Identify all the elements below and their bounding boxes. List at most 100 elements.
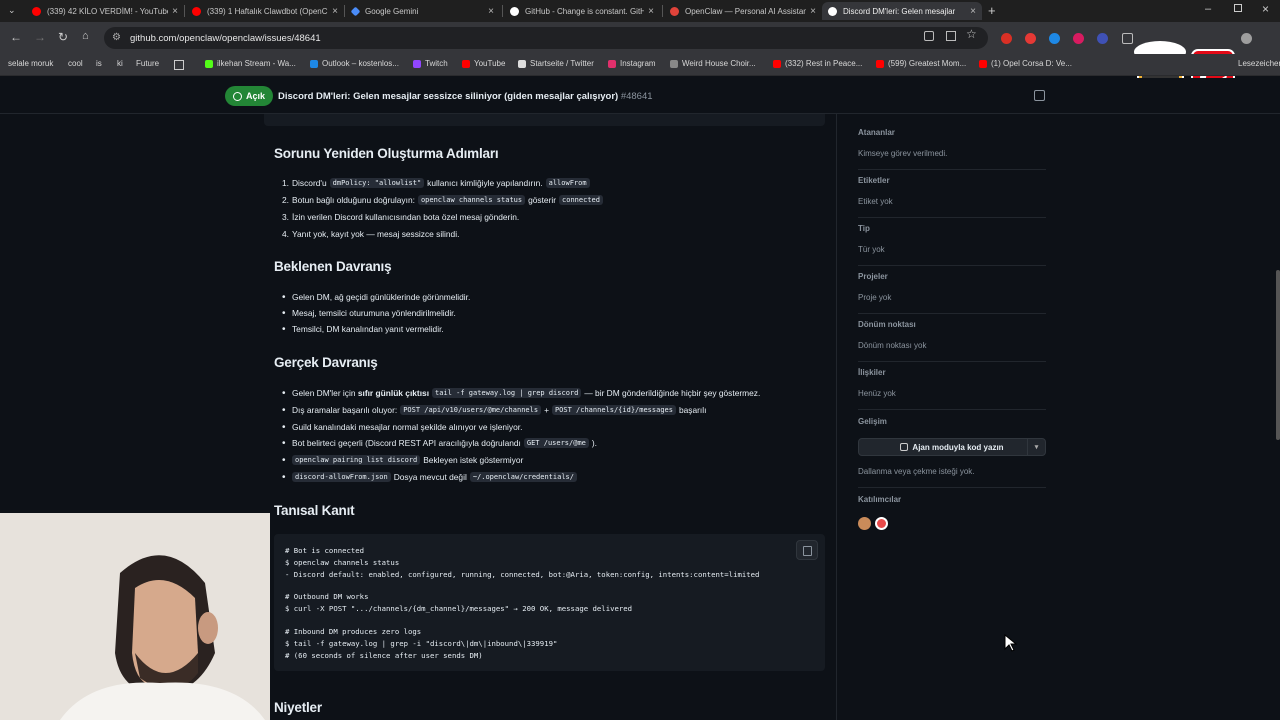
outlook-icon (310, 59, 318, 68)
bookmark-item[interactable]: selale moruk (8, 59, 53, 68)
sidebar-projects[interactable]: Projeler Proje yok (858, 272, 1046, 302)
forward-icon[interactable]: → (34, 30, 46, 44)
sidebar-type[interactable]: Tip Tür yok (858, 224, 1046, 254)
sidebar-label: Projeler (858, 272, 888, 281)
reload-icon[interactable]: ↻ (58, 30, 68, 44)
instagram-icon (608, 59, 616, 68)
close-icon[interactable]: × (810, 6, 816, 17)
bookmark-item[interactable]: Outlook – kostenlos... (310, 59, 399, 68)
new-tab-plus-icon[interactable]: + (988, 3, 996, 18)
code-line: # (60 seconds of silence after user send… (285, 651, 483, 660)
issue-sticky-header: Açık Discord DM'leri: Gelen mesajlar ses… (0, 78, 1280, 114)
avatar[interactable] (875, 517, 888, 530)
development-note: Dallanma veya çekme isteği yok. (858, 467, 975, 476)
window-close-icon[interactable]: × (1262, 2, 1269, 16)
close-icon[interactable]: × (488, 6, 494, 17)
issue-title: Discord DM'leri: Gelen mesajlar sessizce… (278, 91, 653, 102)
back-icon[interactable]: ← (10, 30, 22, 44)
extension-icon[interactable] (1001, 33, 1012, 44)
sidebar-relationships[interactable]: İlişkiler Henüz yok (858, 368, 1046, 398)
copy-icon[interactable] (1034, 90, 1045, 101)
sidebar-value: Henüz yok (858, 389, 896, 398)
status-text: Açık (246, 91, 266, 101)
github-icon (510, 6, 519, 16)
extension-icon[interactable] (1049, 33, 1060, 44)
apps-grid-icon[interactable] (174, 60, 184, 70)
bookmark-star-icon[interactable]: ☆ (966, 27, 977, 41)
status-badge: Açık (225, 86, 274, 106)
list-item: discord-allowFrom.jsonDosya mevcut değil… (292, 472, 580, 482)
close-icon[interactable]: × (332, 6, 338, 17)
tab-youtube-1[interactable]: (339) 42 KİLO VERDİM! - YouTube × (26, 2, 184, 20)
sidebar-label: Dönüm noktası (858, 320, 916, 329)
list-item: Guild kanalındaki mesajlar normal şekild… (292, 422, 522, 432)
sidebar-value: Kimseye görev verilmedi. (858, 149, 948, 158)
address-bar[interactable]: ⚙ github.com/openclaw/openclaw/issues/48… (104, 27, 988, 49)
tab-search-chevron-icon[interactable]: ⌄ (8, 5, 16, 16)
issue-title-text: Discord DM'leri: Gelen mesajlar sessizce… (278, 91, 619, 102)
bookmark-item[interactable]: Twitch (413, 59, 448, 68)
list-item: Bot belirteci geçerli (Discord REST API … (292, 438, 597, 448)
sidebar-milestone[interactable]: Dönüm noktası Dönüm noktası yok (858, 320, 1046, 350)
tab-discord-issue[interactable]: Discord DM'leri: Gelen mesajlar × (822, 2, 982, 20)
install-icon[interactable] (946, 31, 956, 41)
bookmark-item[interactable]: cool (68, 59, 83, 68)
youtube-icon (32, 6, 41, 16)
sidebar-labels[interactable]: Etiketler Etiket yok (858, 176, 1046, 206)
bookmark-item[interactable]: Startseite / Twitter (518, 59, 594, 68)
url-text: github.com/openclaw/openclaw/issues/4864… (130, 32, 321, 44)
extension-icon[interactable] (1097, 33, 1108, 44)
sidebar-assignees[interactable]: Atananlar Kimseye görev verilmedi. (858, 128, 1046, 158)
heading-expected: Beklenen Davranış (274, 259, 392, 274)
copilot-icon (900, 443, 909, 451)
list-item: Gelen DM'ler için sıfır günlük çıktısıta… (292, 388, 760, 398)
home-icon[interactable]: ⌂ (82, 30, 89, 42)
bookmark-item[interactable]: Lesezeichen (1238, 59, 1280, 68)
maximize-icon[interactable] (1234, 4, 1242, 12)
close-icon[interactable]: × (648, 6, 654, 17)
list-item: 4. Yanıt yok, kayıt yok — mesaj sessizce … (282, 229, 460, 239)
youtube-icon (979, 59, 987, 68)
bookmark-item[interactable]: (332) Rest in Peace... (773, 59, 862, 68)
sidebar-label: Tip (858, 224, 870, 233)
site-info-icon[interactable]: ⚙ (112, 32, 121, 43)
extension-icon[interactable] (1073, 33, 1084, 44)
extension-icon[interactable] (1025, 33, 1036, 44)
openclaw-icon (670, 6, 679, 16)
bookmark-item[interactable]: ilkehan Stream - Wa... (205, 59, 296, 68)
tab-openclaw[interactable]: OpenClaw — Personal AI Assistant × (664, 2, 822, 20)
tab-github[interactable]: GitHub - Change is constant. GitHub × (504, 2, 660, 20)
sidebar-development: Gelişim (858, 417, 1046, 426)
bookmark-item[interactable]: ki (117, 59, 123, 68)
avatar[interactable] (858, 517, 871, 530)
bookmark-item[interactable]: Future (136, 59, 159, 68)
bookmark-item[interactable]: (599) Greatest Mom... (876, 59, 966, 68)
tab-title: (339) 1 Haftalık Clawdbot (OpenClaw) (207, 6, 328, 16)
code-block: # Bot is connected $ openclaw channels s… (274, 534, 825, 671)
translate-icon[interactable] (924, 31, 934, 41)
code-line: - Discord default: enabled, configured, … (285, 570, 760, 579)
close-icon[interactable]: × (172, 6, 178, 17)
sidebar-label: Etiketler (858, 176, 890, 185)
list-item: Dış aramalar başarılı oluyor:POST /api/v… (292, 405, 706, 415)
bookmark-item[interactable]: Instagram (608, 59, 656, 68)
bookmark-item[interactable]: (1) Opel Corsa D: Ve... (979, 59, 1072, 68)
github-icon (828, 6, 837, 16)
agent-code-button[interactable]: Ajan moduyla kod yazın ▾ (858, 438, 1046, 456)
minimize-icon[interactable]: – (1205, 3, 1211, 15)
scrollbar[interactable] (1276, 270, 1280, 440)
twitch-icon (413, 59, 421, 68)
browser-tab-strip: ⌄ (339) 42 KİLO VERDİM! - YouTube × (339… (0, 0, 1280, 22)
tab-gemini[interactable]: Google Gemini × (346, 2, 500, 20)
close-icon[interactable]: × (970, 6, 976, 17)
chevron-down-icon[interactable]: ▾ (1027, 439, 1045, 455)
code-line: $ curl -X POST ".../channels/{dm_channel… (285, 604, 633, 613)
tab-youtube-2[interactable]: (339) 1 Haftalık Clawdbot (OpenClaw) × (186, 2, 344, 20)
bookmark-item[interactable]: Weird House Choir... (670, 59, 756, 68)
bookmark-item[interactable]: is (96, 59, 102, 68)
bookmark-item[interactable]: YouTube (462, 59, 505, 68)
copy-code-button[interactable] (796, 540, 818, 560)
x-icon (518, 59, 526, 68)
tab-title: OpenClaw — Personal AI Assistant (685, 6, 807, 16)
kick-icon (205, 59, 213, 68)
